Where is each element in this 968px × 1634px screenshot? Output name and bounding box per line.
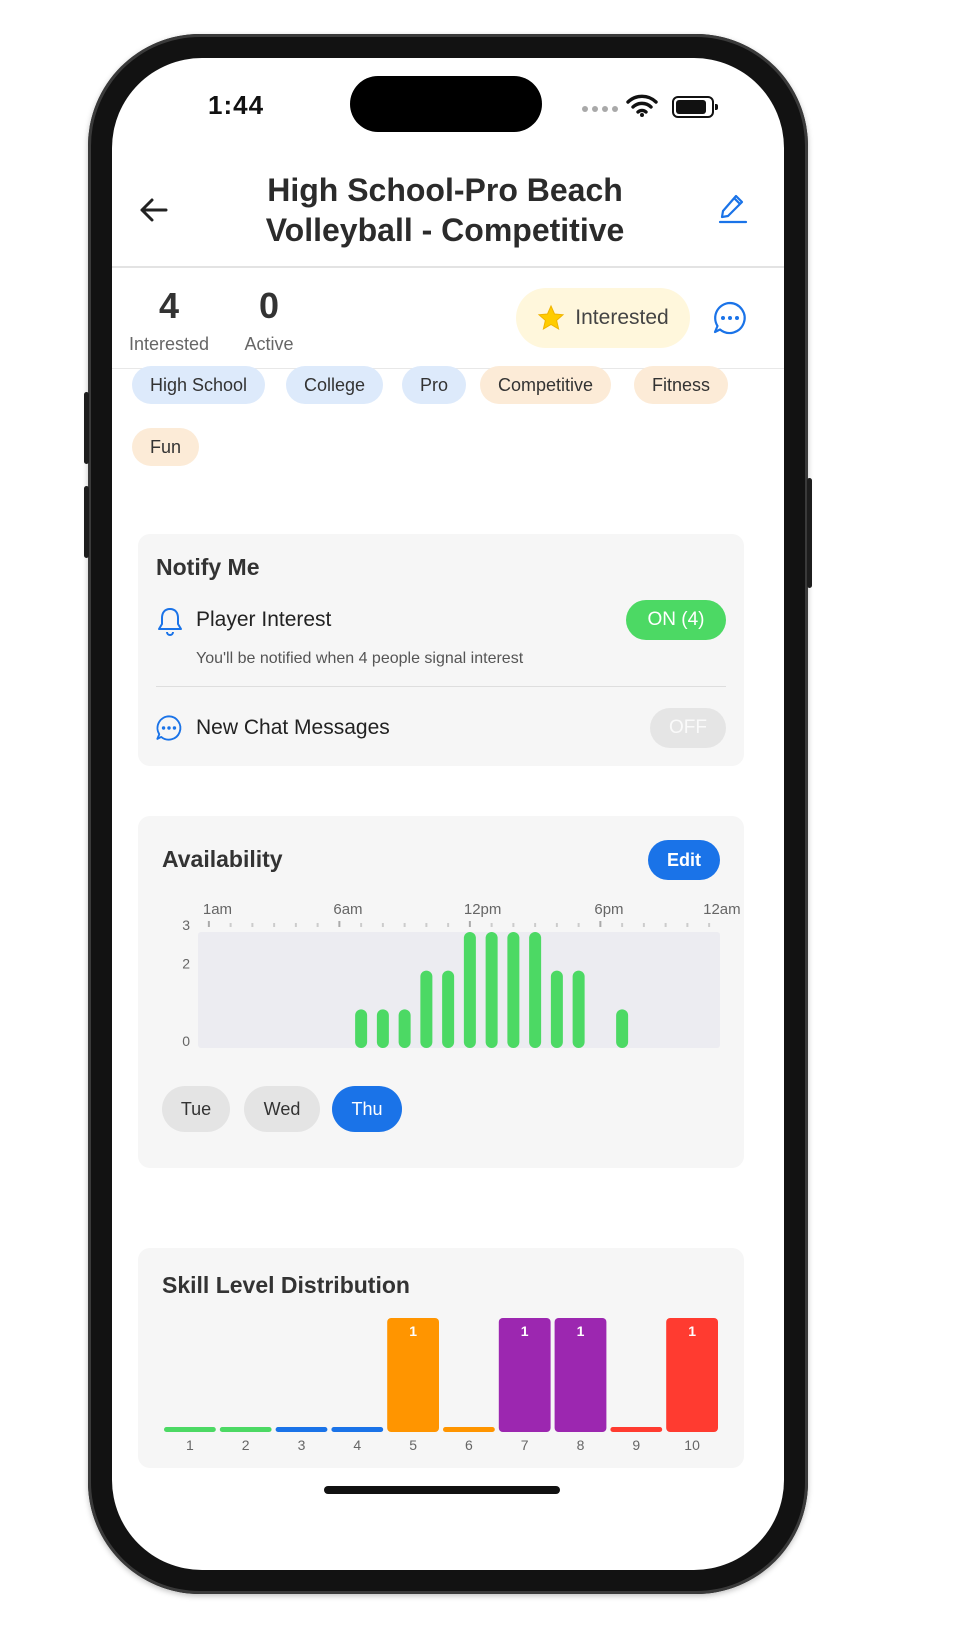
signal-icon <box>582 106 618 112</box>
chat-messages-toggle[interactable]: OFF <box>650 708 726 748</box>
chart-bar <box>219 1427 272 1432</box>
chart-x-tick-label: 1 <box>186 1437 194 1453</box>
chart-x-tick-label: 2 <box>242 1437 250 1453</box>
chart-bar <box>507 932 520 1048</box>
chart-x-tick-label: 9 <box>632 1437 640 1453</box>
notify-card: Notify Me Player Interest ON (4) You'll … <box>138 534 744 766</box>
skill-chart: 1 2 3 4 1 5 6 1 7 1 8 9 1 10 <box>164 1318 718 1453</box>
chart-bar <box>331 1427 384 1432</box>
chart-bar <box>572 970 585 1048</box>
chat-messages-label: New Chat Messages <box>196 716 390 739</box>
chart-y-tick-label: 0 <box>182 1033 190 1049</box>
day-pill-wed[interactable]: Wed <box>244 1086 320 1132</box>
back-arrow-icon[interactable] <box>136 192 172 228</box>
interested-stat: 4 Interested <box>126 286 212 355</box>
home-indicator <box>324 1486 560 1494</box>
app-screen: 1:44 High School-Pro Beach Volleyball - … <box>112 58 784 1570</box>
day-pill-thu[interactable]: Thu <box>332 1086 402 1132</box>
interested-count: 4 <box>158 285 180 326</box>
chart-y-tick-label: 2 <box>182 956 190 972</box>
chart-x-tick-label: 4 <box>353 1437 361 1453</box>
skill-card: Skill Level Distribution 1 2 3 4 1 5 6 1 7 1 8 9 1 10 <box>138 1248 744 1468</box>
pencil-icon[interactable] <box>716 190 750 224</box>
tag-chip[interactable]: High School <box>132 366 266 404</box>
phone-side-button <box>84 486 89 558</box>
player-interest-toggle[interactable]: ON (4) <box>626 600 726 640</box>
chart-bar <box>610 1427 663 1432</box>
chart-bar <box>355 1009 368 1048</box>
tag-chip[interactable]: College <box>286 366 384 404</box>
chart-x-tick-label: 3 <box>298 1437 306 1453</box>
nav-header: High School-Pro Beach Volleyball - Compe… <box>112 158 784 268</box>
star-icon <box>538 304 565 331</box>
chart-y-tick-label: 3 <box>182 917 190 933</box>
interested-button-label: Interested <box>575 306 669 329</box>
active-label: Active <box>244 334 294 354</box>
player-interest-label: Player Interest <box>196 608 332 631</box>
chart-x-tick-label: 6am <box>333 901 362 918</box>
page-title: High School-Pro Beach Volleyball - Compe… <box>222 170 668 250</box>
availability-edit-button[interactable]: Edit <box>648 840 720 880</box>
chart-data-label: 1 <box>409 1323 417 1339</box>
chart-bar <box>550 970 563 1048</box>
chart-bar <box>275 1427 328 1432</box>
tag-chip[interactable]: Pro <box>402 366 467 404</box>
active-count: 0 <box>258 285 280 326</box>
status-bar: 1:44 <box>112 58 784 158</box>
active-stat: 0 Active <box>236 286 302 355</box>
chart-x-tick-label: 7 <box>521 1437 529 1453</box>
page-title-line: High School-Pro Beach <box>267 172 623 208</box>
chart-bar <box>616 1009 629 1048</box>
chart-x-tick-label: 12pm <box>464 901 502 918</box>
status-icons <box>582 94 732 120</box>
chart-bar <box>443 1427 495 1432</box>
chart-bar <box>463 932 476 1048</box>
chart-x-tick-label: 5 <box>409 1437 417 1453</box>
dynamic-island <box>350 76 542 132</box>
chart-bar <box>442 970 455 1048</box>
chart-data-label: 1 <box>577 1323 585 1339</box>
chart-bar <box>376 1009 389 1048</box>
chart-bar <box>398 1009 411 1048</box>
day-pill-tue[interactable]: Tue <box>162 1086 230 1132</box>
interested-label: Interested <box>128 334 210 354</box>
availability-title: Availability <box>162 846 283 872</box>
chart-bar <box>164 1427 216 1432</box>
wifi-icon <box>626 94 658 117</box>
player-interest-subtitle: You'll be notified when 4 people signal … <box>196 650 524 667</box>
chart-x-tick-label: 6 <box>465 1437 473 1453</box>
interested-button[interactable]: Interested <box>516 288 690 348</box>
chart-data-label: 1 <box>521 1323 529 1339</box>
tag-chip[interactable]: Fun <box>132 428 200 466</box>
phone-side-button <box>807 478 812 588</box>
chart-x-tick-label: 1am <box>203 901 232 918</box>
tag-chip[interactable]: Competitive <box>480 366 612 404</box>
chart-bar <box>529 932 542 1048</box>
chart-bar <box>485 932 498 1048</box>
chart-bar <box>420 970 433 1048</box>
status-time: 1:44 <box>208 90 265 120</box>
chat-bubble-icon[interactable] <box>712 300 748 336</box>
bell-icon <box>158 608 182 636</box>
skill-title: Skill Level Distribution <box>162 1272 410 1298</box>
stats-bar: 4 Interested 0 Active Interested <box>112 268 784 369</box>
chart-x-tick-label: 10 <box>684 1437 700 1453</box>
chart-x-tick-label: 8 <box>577 1437 585 1453</box>
chart-plot-area <box>198 932 720 1048</box>
chat-bubble-icon <box>156 715 182 741</box>
notify-title: Notify Me <box>156 554 260 580</box>
availability-card: Availability Edit 1am 6am 12pm 6pm 12am 0 2 3 T… <box>138 816 744 1168</box>
chart-x-tick-label: 12am <box>703 901 741 918</box>
divider <box>156 686 726 687</box>
battery-icon <box>672 96 718 118</box>
page-title-line: Volleyball - Competitive <box>265 212 625 248</box>
chart-data-label: 1 <box>688 1323 696 1339</box>
chart-x-tick-label: 6pm <box>594 901 623 918</box>
phone-side-button <box>84 392 89 464</box>
tag-chip[interactable]: Fitness <box>634 366 729 404</box>
availability-chart: 1am 6am 12pm 6pm 12am 0 2 3 <box>182 901 741 1049</box>
